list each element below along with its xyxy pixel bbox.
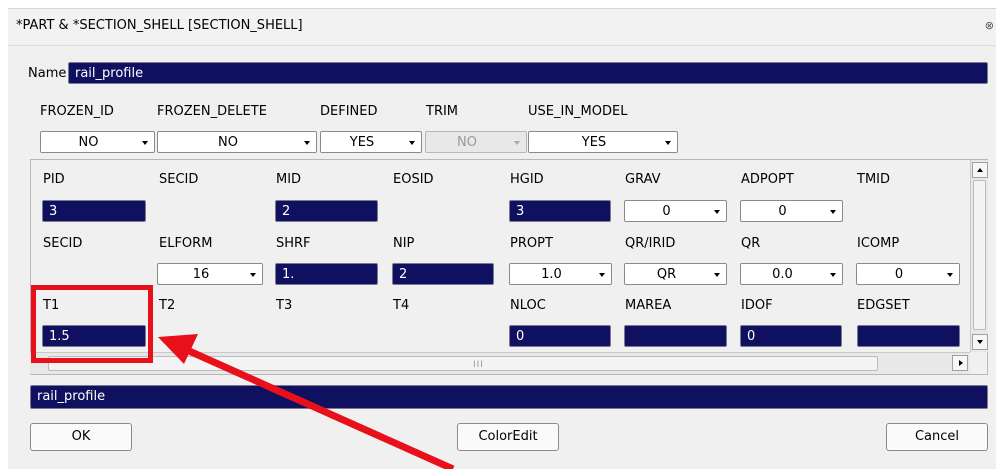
trim-label: TRIM bbox=[426, 104, 459, 119]
frozen-delete-select[interactable]: NO bbox=[157, 131, 317, 153]
elform-label: ELFORM bbox=[159, 236, 213, 251]
defined-value: YES bbox=[349, 135, 375, 150]
qr-irid-label: QR/IRID bbox=[625, 236, 676, 251]
chevron-down-icon bbox=[714, 210, 720, 214]
section-shell-dialog: *PART & *SECTION_SHELL [SECTION_SHELL] ⊗… bbox=[0, 0, 996, 469]
idof-field[interactable]: 0 bbox=[740, 325, 842, 347]
icomp-label: ICOMP bbox=[857, 236, 900, 251]
eosid-label: EOSID bbox=[393, 172, 434, 187]
grav-select[interactable]: 0 bbox=[624, 200, 727, 222]
edgset-field[interactable] bbox=[857, 325, 960, 347]
propt-label: PROPT bbox=[510, 236, 553, 251]
frozen-id-select[interactable]: NO bbox=[40, 131, 155, 153]
vertical-scrollbar[interactable] bbox=[970, 160, 988, 352]
icomp-value: 0 bbox=[894, 267, 904, 282]
grav-label: GRAV bbox=[625, 172, 661, 187]
frozen-delete-value: NO bbox=[218, 135, 238, 150]
chevron-down-icon bbox=[830, 210, 836, 214]
close-icon[interactable]: ⊗ bbox=[985, 19, 994, 32]
defined-select[interactable]: YES bbox=[320, 131, 422, 153]
icomp-select[interactable]: 0 bbox=[856, 263, 960, 285]
arrow-down-icon bbox=[977, 340, 983, 344]
chevron-down-icon bbox=[714, 273, 720, 277]
chevron-down-icon bbox=[142, 141, 148, 145]
mid-field[interactable]: 2 bbox=[275, 200, 378, 222]
chevron-down-icon bbox=[599, 273, 605, 277]
frozen-id-label: FROZEN_ID bbox=[40, 104, 114, 119]
edgset-label: EDGSET bbox=[857, 298, 910, 313]
name-label: Name bbox=[28, 66, 67, 81]
nloc-field[interactable]: 0 bbox=[509, 325, 611, 347]
adpopt-select[interactable]: 0 bbox=[740, 200, 843, 222]
t4-label: T4 bbox=[393, 298, 410, 313]
heading-field[interactable]: rail_profile bbox=[30, 385, 988, 409]
qr-value: 0.0 bbox=[772, 267, 793, 282]
chevron-down-icon bbox=[947, 273, 953, 277]
arrow-up-icon bbox=[977, 168, 983, 172]
t3-label: T3 bbox=[276, 298, 293, 313]
grav-value: 0 bbox=[662, 204, 671, 219]
propt-select[interactable]: 1.0 bbox=[509, 263, 612, 285]
marea-field[interactable] bbox=[624, 325, 727, 347]
qr-irid-select[interactable]: QR bbox=[624, 263, 727, 285]
use-in-model-value: YES bbox=[581, 135, 607, 150]
frozen-delete-label: FROZEN_DELETE bbox=[157, 104, 267, 119]
cancel-button[interactable]: Cancel bbox=[886, 423, 988, 451]
chevron-down-icon bbox=[514, 141, 520, 145]
trim-value: NO bbox=[457, 135, 477, 150]
scroll-down-button[interactable] bbox=[972, 334, 988, 350]
chevron-down-icon bbox=[304, 141, 310, 145]
coloredit-button[interactable]: ColorEdit bbox=[457, 423, 559, 451]
window-title: *PART & *SECTION_SHELL [SECTION_SHELL] bbox=[16, 18, 303, 33]
qr-label: QR bbox=[741, 236, 761, 251]
adpopt-label: ADPOPT bbox=[741, 172, 794, 187]
trim-select: NO bbox=[425, 131, 527, 153]
arrow-right-icon bbox=[959, 360, 963, 366]
secid-label-1: SECID bbox=[159, 172, 199, 187]
nip-label: NIP bbox=[393, 236, 415, 251]
defined-label: DEFINED bbox=[320, 104, 378, 119]
mid-label: MID bbox=[276, 172, 302, 187]
vertical-scroll-thumb[interactable] bbox=[973, 180, 986, 330]
t1-highlight-box bbox=[31, 285, 153, 363]
shrf-label: SHRF bbox=[276, 236, 311, 251]
tmid-label: TMID bbox=[857, 172, 891, 187]
hgid-field[interactable]: 3 bbox=[509, 200, 611, 222]
scroll-grip: III bbox=[473, 360, 484, 370]
use-in-model-label: USE_IN_MODEL bbox=[528, 104, 628, 119]
elform-value: 16 bbox=[192, 267, 210, 282]
qr-select[interactable]: 0.0 bbox=[740, 263, 843, 285]
chevron-down-icon bbox=[409, 141, 415, 145]
hgid-label: HGID bbox=[510, 172, 544, 187]
scroll-right-button[interactable] bbox=[952, 355, 968, 371]
chevron-down-icon bbox=[250, 273, 256, 277]
pid-field[interactable]: 3 bbox=[42, 200, 146, 222]
qr-irid-value: QR bbox=[656, 267, 677, 282]
horizontal-scroll-thumb[interactable]: III bbox=[48, 356, 878, 371]
propt-value: 1.0 bbox=[541, 267, 562, 282]
pid-label: PID bbox=[43, 172, 65, 187]
marea-label: MAREA bbox=[625, 298, 672, 313]
name-field[interactable]: rail_profile bbox=[68, 62, 988, 84]
chevron-down-icon bbox=[665, 141, 671, 145]
chevron-down-icon bbox=[830, 273, 836, 277]
title-bar: *PART & *SECTION_SHELL [SECTION_SHELL] ⊗ bbox=[8, 8, 996, 46]
ok-button[interactable]: OK bbox=[30, 423, 132, 451]
use-in-model-select[interactable]: YES bbox=[528, 131, 678, 153]
frozen-id-value: NO bbox=[78, 135, 99, 150]
nip-field[interactable]: 2 bbox=[392, 263, 494, 285]
scroll-up-button[interactable] bbox=[972, 162, 988, 178]
t2-label: T2 bbox=[159, 298, 176, 313]
horizontal-scrollbar[interactable]: III bbox=[30, 352, 970, 374]
secid-label-2: SECID bbox=[43, 236, 83, 251]
shrf-field[interactable]: 1. bbox=[275, 263, 378, 285]
nloc-label: NLOC bbox=[510, 298, 546, 313]
idof-label: IDOF bbox=[741, 298, 773, 313]
adpopt-value: 0 bbox=[778, 204, 787, 219]
elform-select[interactable]: 16 bbox=[157, 263, 263, 285]
